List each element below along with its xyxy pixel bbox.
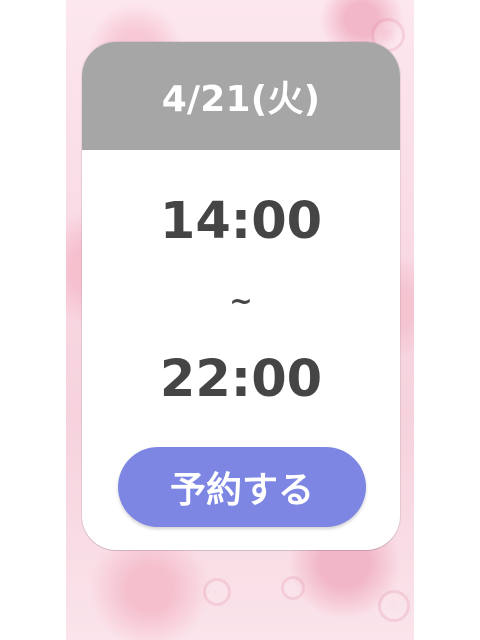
booking-page: 4/21(火) 14:00 ~ 22:00 予約する (0, 0, 480, 640)
date-label: 4/21(火) (161, 79, 321, 120)
schedule-card: 4/21(火) 14:00 ~ 22:00 予約する (82, 42, 400, 550)
start-time: 14:00 (159, 192, 323, 251)
reserve-button[interactable]: 予約する (118, 447, 366, 527)
flower-decoration (203, 578, 231, 606)
end-time: 22:00 (159, 350, 323, 409)
date-header: 4/21(火) (82, 42, 400, 150)
time-separator: ~ (229, 284, 253, 317)
flower-decoration (281, 576, 305, 600)
flower-decoration (378, 590, 410, 622)
reserve-button-label: 予約する (169, 470, 314, 511)
